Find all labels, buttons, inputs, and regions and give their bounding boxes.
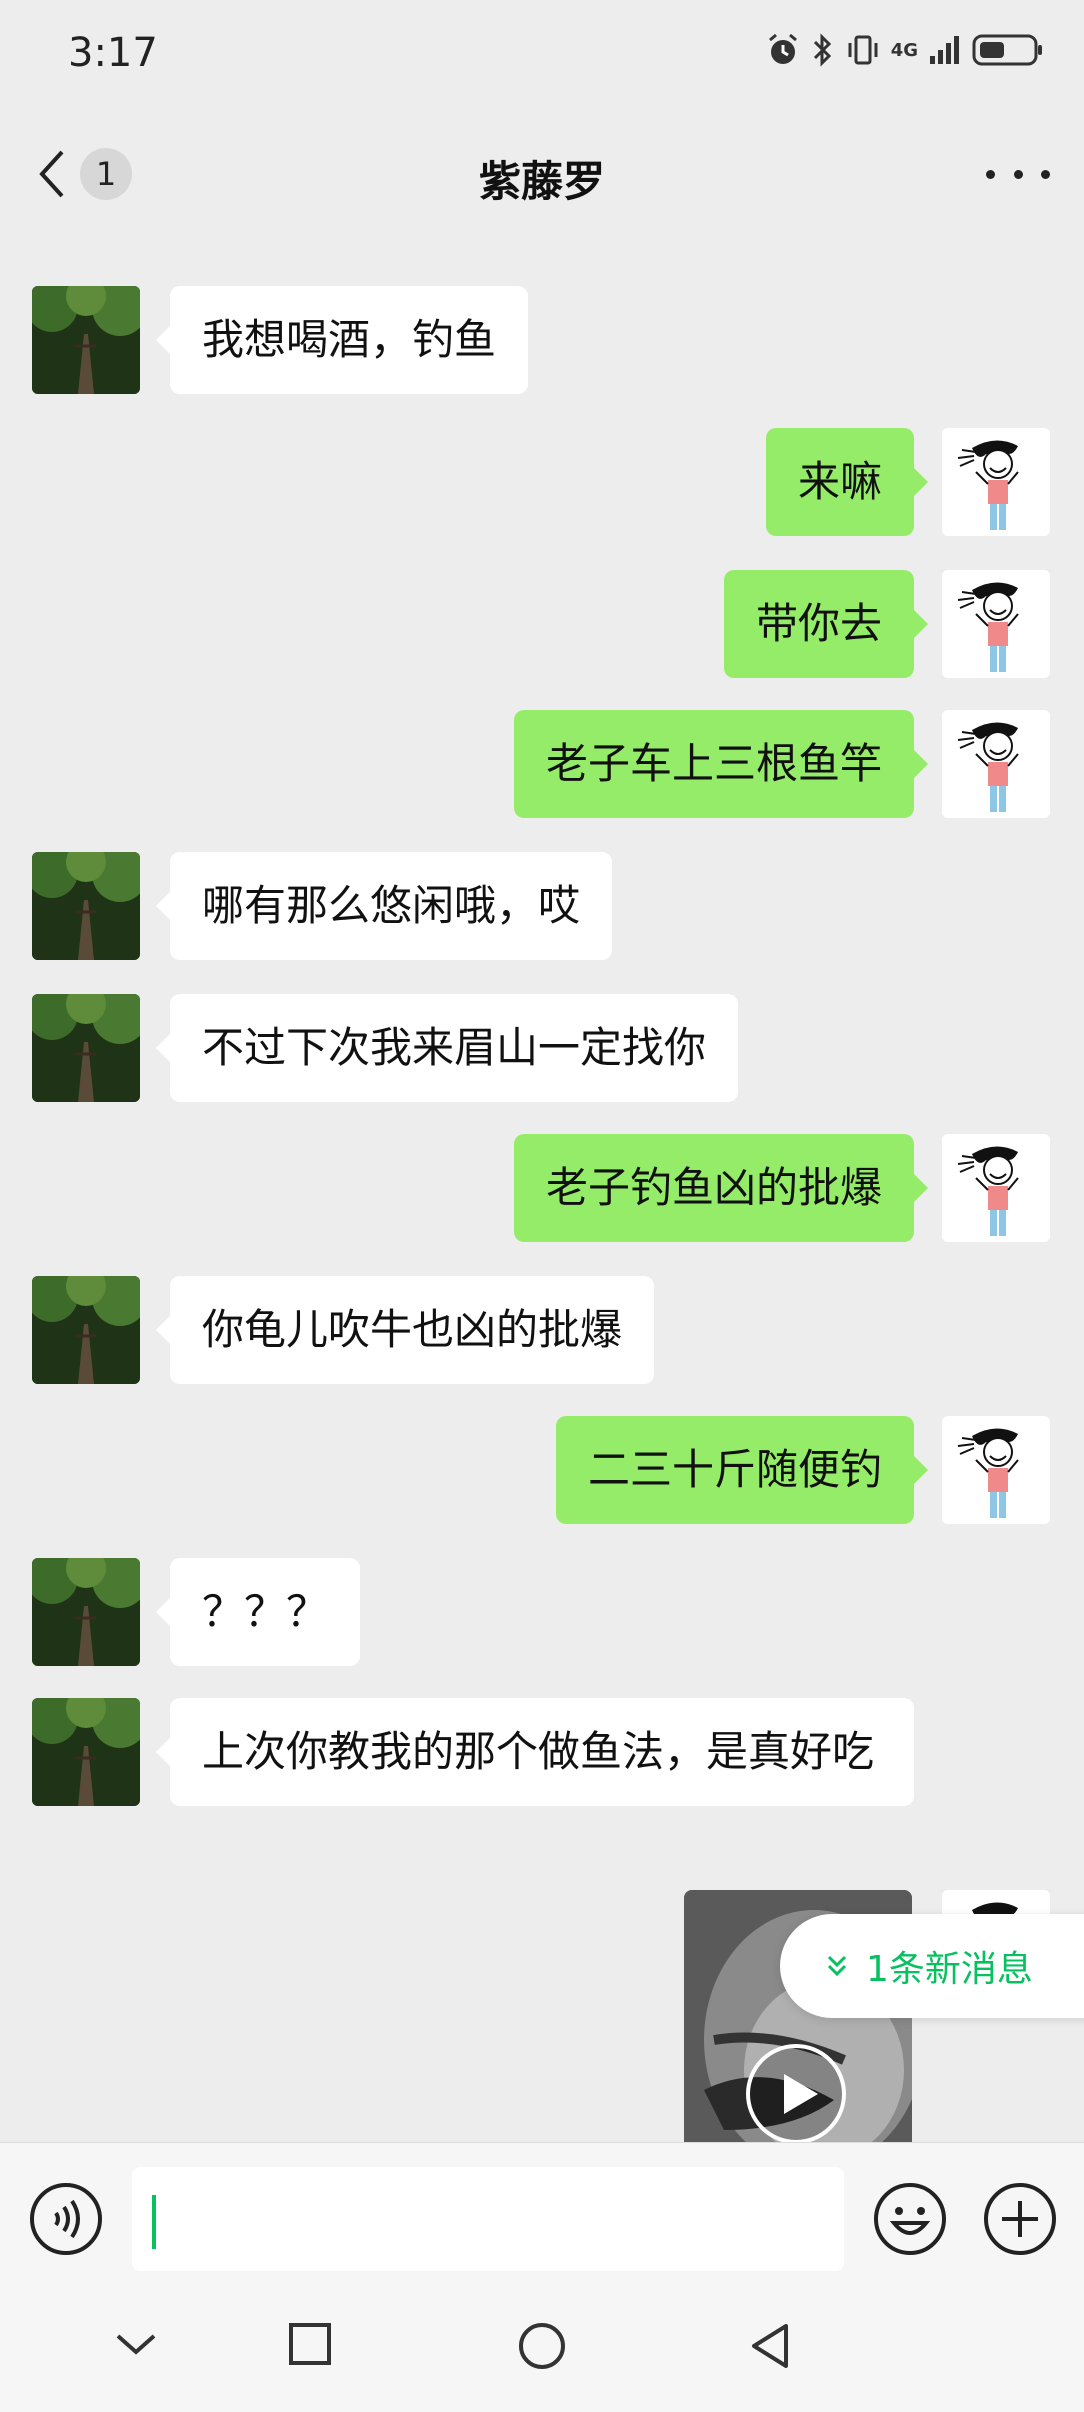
contact-avatar[interactable]	[32, 852, 140, 960]
text-caret	[152, 2195, 156, 2249]
play-icon	[746, 2044, 846, 2142]
status-bar: 3:17 4G	[0, 0, 1084, 112]
user-avatar[interactable]	[942, 710, 1050, 818]
system-nav-bar	[0, 2292, 1084, 2412]
plus-icon[interactable]	[982, 2181, 1058, 2257]
user-avatar[interactable]	[942, 428, 1050, 536]
home-icon[interactable]	[516, 2320, 568, 2372]
bluetooth-icon	[813, 33, 831, 67]
contact-avatar[interactable]	[32, 1276, 140, 1384]
message-bubble-received[interactable]: 哪有那么悠闲哦，哎	[155, 852, 613, 960]
message-bubble-sent[interactable]: 带你去	[723, 570, 929, 678]
network-label: 4G	[890, 39, 918, 61]
vibrate-icon	[848, 35, 878, 65]
message-bubble-received[interactable]: ？？？	[155, 1558, 361, 1666]
back-icon[interactable]	[744, 2320, 796, 2372]
message-bubble-received[interactable]: 我想喝酒，钓鱼	[155, 286, 529, 394]
message-bubble-sent[interactable]: 来嘛	[765, 428, 929, 536]
user-avatar[interactable]	[942, 570, 1050, 678]
alarm-icon	[768, 33, 797, 64]
contact-avatar[interactable]	[32, 994, 140, 1102]
nav-down-icon[interactable]	[112, 2320, 160, 2368]
more-icon[interactable]	[986, 156, 1050, 192]
message-bubble-received[interactable]: 不过下次我来眉山一定找你	[155, 994, 739, 1102]
double-chevron-down-icon	[827, 1955, 847, 1977]
battery-icon	[972, 34, 1042, 66]
status-time: 3:17	[68, 30, 158, 76]
contact-avatar[interactable]	[32, 1698, 140, 1806]
contact-avatar[interactable]	[32, 1558, 140, 1666]
message-bubble-sent[interactable]: 老子钓鱼凶的批爆	[513, 1134, 929, 1242]
chat-header: 1 紫藤罗	[0, 112, 1084, 236]
user-avatar[interactable]	[942, 1416, 1050, 1524]
contact-avatar[interactable]	[32, 286, 140, 394]
new-message-banner[interactable]: 1条新消息	[780, 1914, 1084, 2018]
message-bubble-sent[interactable]: 老子车上三根鱼竿	[513, 710, 929, 818]
message-input[interactable]	[132, 2167, 844, 2271]
voice-icon[interactable]	[28, 2181, 104, 2257]
user-avatar[interactable]	[942, 1134, 1050, 1242]
emoji-icon[interactable]	[872, 2181, 948, 2257]
chat-title: 紫藤罗	[478, 157, 605, 206]
status-icons: 4G	[765, 32, 1044, 68]
input-bar	[0, 2142, 1084, 2292]
signal-icon	[930, 36, 959, 64]
message-bubble-received[interactable]: 你龟儿吹牛也凶的批爆	[155, 1276, 655, 1384]
new-message-label: 1条新消息	[866, 1949, 1033, 1990]
message-list[interactable]: 我想喝酒，钓鱼 来嘛 带你去 老子车上三根鱼竿 哪有那么悠闲哦，哎 不过下次我来…	[0, 236, 1084, 2142]
recents-icon[interactable]	[286, 2320, 334, 2368]
message-bubble-sent[interactable]: 二三十斤随便钓	[555, 1416, 929, 1524]
message-bubble-received[interactable]: 上次你教我的那个做鱼法，是真好吃	[156, 1698, 914, 1806]
